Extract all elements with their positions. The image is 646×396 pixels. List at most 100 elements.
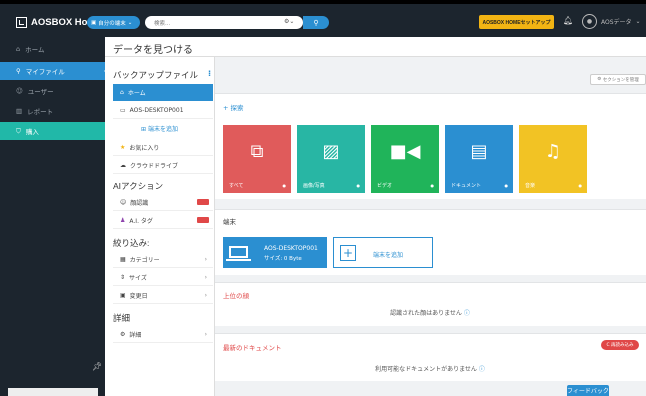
monitor-icon (226, 246, 251, 261)
tile-label: 音楽 (525, 183, 536, 189)
panel-device-label: AOS-DESKTOP001 (129, 106, 184, 114)
gear-icon: ⚙ (120, 330, 126, 338)
panel-cloud-label: クラウドドライブ (130, 162, 179, 170)
filter-size[interactable]: ⇕ サイズ › (113, 269, 213, 286)
file-panel: バックアップファイル ⁝ ⌂ ホーム ▭ AOS-DESKTOP001 ⊞ 端末… (105, 57, 215, 396)
video-icon: ■◀ (389, 141, 421, 162)
chart-icon: ▥ (16, 107, 23, 115)
add-device-label: 端末を追加 (373, 252, 404, 259)
device-selector[interactable]: ▣ 自分の端末 ⌄ (87, 16, 140, 29)
search-input[interactable]: 検索... ⚙⌄ (145, 16, 303, 29)
tile-images[interactable]: ▨ 画像/写真 ● (297, 125, 365, 193)
sidebar-item-users[interactable]: ☺ ユーザー (0, 82, 105, 100)
device-icon: ▣ (91, 19, 97, 26)
tag-icon: ♟ (120, 216, 126, 224)
chevron-right-icon: › (204, 291, 207, 299)
tile-documents[interactable]: ▤ ドキュメント ● (445, 125, 513, 193)
gear-icon[interactable]: ⚙⌄ (284, 18, 294, 25)
details-heading: 詳細 (113, 313, 131, 323)
bell-icon[interactable]: 🔔︎ (563, 16, 573, 25)
documents-heading: 最新のドキュメント (223, 344, 282, 352)
panel-ai-tag[interactable]: ♟ A.I. タグ (113, 212, 213, 229)
search-icon: ⚲ (313, 18, 319, 27)
faces-empty-text: 認識された顔はありません ⓘ (215, 308, 645, 317)
filter-modified[interactable]: ▣ 変更日 › (113, 287, 213, 304)
chevron-down-icon: ⌄ (635, 18, 641, 25)
chevron-right-icon: › (204, 255, 207, 263)
sidebar-item-label: マイファイル (25, 68, 65, 76)
chevron-right-icon: › (204, 273, 207, 281)
filter-category[interactable]: ▦ カテゴリー › (113, 251, 213, 268)
tile-music[interactable]: ♫ 音楽 ● (519, 125, 587, 193)
sidebar-footer (8, 388, 98, 396)
documents-empty-text: 利用可能なドキュメントがありません ⓘ (215, 364, 645, 373)
details-item[interactable]: ⚙ 詳細 › (113, 326, 213, 343)
tile-all[interactable]: ⧉ すべて ● (223, 125, 291, 193)
panel-home-label: ホーム (127, 90, 146, 97)
filter-category-label: カテゴリー (129, 256, 160, 264)
sidebar-item-my-files[interactable]: ⚲ マイファイル (0, 62, 110, 80)
panel-add-device[interactable]: ⊞ 端末を追加 (141, 124, 178, 133)
image-icon: ▨ (322, 141, 340, 162)
faces-section: 上位の顔 認識された顔はありません ⓘ (215, 282, 646, 326)
plus-icon: + (223, 104, 231, 112)
filter-size-label: サイズ (129, 274, 147, 282)
user-menu[interactable]: ● AOSデータ ⌄ (582, 14, 641, 29)
section-manage-button[interactable]: ⚙ セクションを管理 (590, 74, 646, 85)
panel-device[interactable]: ▭ AOS-DESKTOP001 (113, 102, 213, 119)
documents-section: 最新のドキュメント C 再読み込み 利用可能なドキュメントがありません ⓘ (215, 333, 646, 381)
sidebar-item-label: ユーザー (27, 88, 54, 96)
explore-heading-text: 探索 (230, 104, 244, 112)
device-card-name: AOS-DESKTOP001 (264, 245, 318, 252)
cloud-icon: ☁ (120, 161, 126, 169)
home-icon: ⌂ (120, 89, 124, 96)
filter-modified-label: 変更日 (129, 292, 148, 300)
plus-icon: ⊞ (141, 126, 147, 133)
device-card[interactable]: AOS-DESKTOP001 サイズ: 0 Byte (223, 237, 327, 268)
devices-section: 端末 AOS-DESKTOP001 サイズ: 0 Byte + 端末を追加 (215, 209, 646, 275)
tile-label: 画像/写真 (303, 183, 325, 189)
panel-home[interactable]: ⌂ ホーム (113, 84, 213, 101)
panel-face[interactable]: ☺ 顔認識 (113, 194, 213, 211)
filter-heading: 絞り込み: (113, 238, 150, 248)
panel-face-label: 顔認識 (130, 199, 149, 207)
cart-icon: ⛉ (16, 126, 21, 135)
star-icon: ★ (120, 143, 126, 151)
document-icon: ▤ (470, 141, 488, 162)
home-icon: ⌂ (16, 45, 21, 53)
sidebar-item-buy[interactable]: ⛉ 購入 (0, 122, 105, 140)
avatar-icon: ● (582, 14, 597, 29)
sidebar-item-home[interactable]: ⌂ ホーム (0, 40, 105, 58)
search-button[interactable]: ⚲ (303, 16, 329, 29)
device-card-size: サイズ: 0 Byte (264, 256, 302, 262)
monitor-icon: ▭ (120, 106, 126, 114)
pin-icon[interactable]: 📌︎ (92, 362, 102, 371)
setup-button[interactable]: AOSBOX HOMEセットアップ (479, 15, 554, 29)
devices-heading: 端末 (223, 218, 236, 226)
sidebar: ⌂ ホーム ⚲ マイファイル ☺ ユーザー ▥ レポート ⛉ 購入 📌︎ (0, 37, 110, 396)
tile-dot: ● (430, 183, 435, 188)
ai-heading: AIアクション (113, 181, 164, 191)
panel-favorites[interactable]: ★ お気に入り (113, 139, 213, 156)
tile-label: すべて (229, 183, 244, 189)
reload-button[interactable]: C 再読み込み (601, 340, 639, 350)
users-icon: ☺ (16, 87, 23, 95)
add-device-card[interactable]: + 端末を追加 (333, 237, 433, 268)
user-name: AOSデータ (601, 19, 632, 26)
search-placeholder: 検索... (154, 20, 171, 27)
device-selector-label: 自分の端末 (98, 20, 126, 27)
plus-icon: + (340, 245, 356, 261)
sidebar-item-reports[interactable]: ▥ レポート (0, 102, 105, 120)
search-icon: ⚲ (16, 67, 21, 75)
tile-video[interactable]: ■◀ ビデオ ● (371, 125, 439, 193)
help-icon[interactable]: ⓘ (464, 310, 470, 317)
faces-heading: 上位の顔 (223, 292, 249, 300)
help-icon[interactable]: ⓘ (479, 366, 485, 373)
feedback-button[interactable]: フィードバック (567, 385, 609, 396)
main-content: データを見つける バックアップファイル ⁝ ⌂ ホーム ▭ AOS-DESKTO… (105, 37, 646, 396)
sidebar-item-label: ホーム (25, 46, 45, 54)
tile-label: ドキュメント (451, 183, 482, 189)
panel-cloud[interactable]: ☁ クラウドドライブ (113, 157, 213, 174)
info-icon[interactable]: ⁝ (208, 69, 211, 78)
copy-icon: ⧉ (250, 141, 264, 162)
